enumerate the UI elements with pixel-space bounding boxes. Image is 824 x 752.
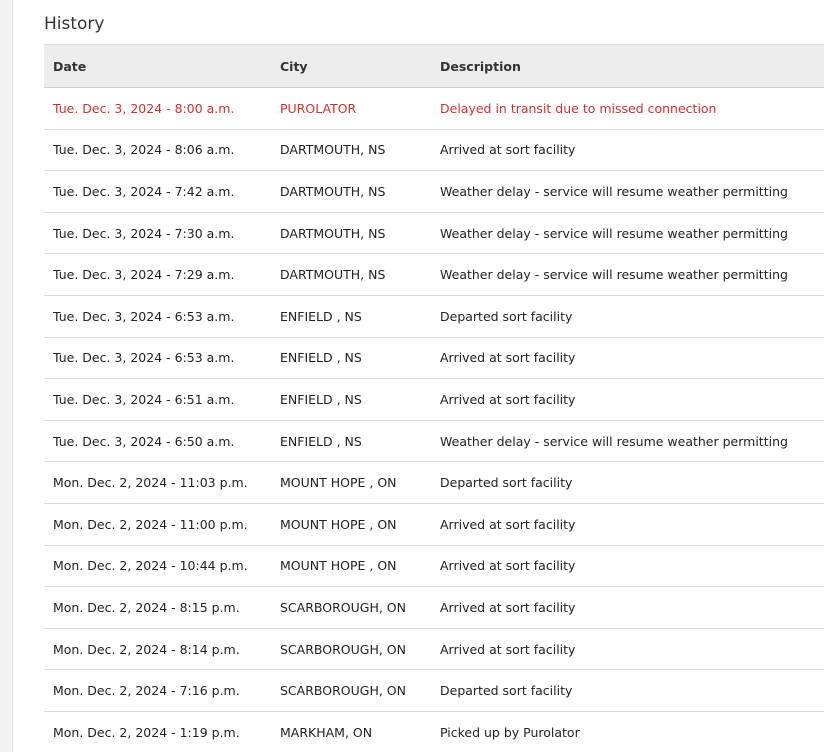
row-city: PUROLATOR: [271, 87, 431, 130]
row-city: DARTMOUTH, NS: [271, 253, 431, 296]
row-description: Delayed in transit due to missed connect…: [431, 87, 824, 130]
row-description: Arrived at sort facility: [431, 503, 824, 546]
row-date: Mon. Dec. 2, 2024 - 8:15 p.m.: [44, 586, 271, 629]
row-date: Tue. Dec. 3, 2024 - 6:53 a.m.: [44, 337, 271, 380]
column-header-date: Date: [44, 44, 271, 88]
row-date: Mon. Dec. 2, 2024 - 1:19 p.m.: [44, 711, 271, 752]
history-table: Date City Description Tue. Dec. 3, 2024 …: [44, 44, 824, 752]
column-header-description: Description: [431, 44, 824, 88]
row-date: Mon. Dec. 2, 2024 - 10:44 p.m.: [44, 545, 271, 588]
row-date: Tue. Dec. 3, 2024 - 7:29 a.m.: [44, 253, 271, 296]
row-city: DARTMOUTH, NS: [271, 170, 431, 213]
table-row: Tue. Dec. 3, 2024 - 7:42 a.m. DARTMOUTH,…: [44, 170, 824, 213]
row-description: Arrived at sort facility: [431, 129, 824, 172]
left-page-rail: [0, 0, 13, 752]
row-description: Weather delay - service will resume weat…: [431, 212, 824, 255]
table-row: Mon. Dec. 2, 2024 - 1:19 p.m. MARKHAM, O…: [44, 711, 824, 752]
row-description: Arrived at sort facility: [431, 545, 824, 588]
row-city: SCARBOROUGH, ON: [271, 628, 431, 671]
column-header-city: City: [271, 44, 431, 88]
row-date: Mon. Dec. 2, 2024 - 11:00 p.m.: [44, 503, 271, 546]
table-row: Mon. Dec. 2, 2024 - 7:16 p.m. SCARBOROUG…: [44, 669, 824, 712]
row-description: Weather delay - service will resume weat…: [431, 420, 824, 463]
table-row: Tue. Dec. 3, 2024 - 6:53 a.m. ENFIELD , …: [44, 295, 824, 338]
table-row: Tue. Dec. 3, 2024 - 7:29 a.m. DARTMOUTH,…: [44, 253, 824, 296]
row-description: Weather delay - service will resume weat…: [431, 253, 824, 296]
table-row: Mon. Dec. 2, 2024 - 11:03 p.m. MOUNT HOP…: [44, 461, 824, 504]
row-city: DARTMOUTH, NS: [271, 129, 431, 172]
table-row: Mon. Dec. 2, 2024 - 11:00 p.m. MOUNT HOP…: [44, 503, 824, 546]
table-row: Mon. Dec. 2, 2024 - 8:14 p.m. SCARBOROUG…: [44, 628, 824, 671]
row-date: Mon. Dec. 2, 2024 - 7:16 p.m.: [44, 669, 271, 712]
history-table-body: Tue. Dec. 3, 2024 - 8:00 a.m. PUROLATOR …: [44, 87, 824, 752]
row-date: Tue. Dec. 3, 2024 - 6:51 a.m.: [44, 378, 271, 421]
row-date: Tue. Dec. 3, 2024 - 8:00 a.m.: [44, 87, 271, 130]
row-city: MOUNT HOPE , ON: [271, 545, 431, 588]
table-row: Tue. Dec. 3, 2024 - 8:06 a.m. DARTMOUTH,…: [44, 129, 824, 172]
row-description: Weather delay - service will resume weat…: [431, 170, 824, 213]
row-date: Tue. Dec. 3, 2024 - 6:50 a.m.: [44, 420, 271, 463]
row-city: ENFIELD , NS: [271, 337, 431, 380]
row-description: Arrived at sort facility: [431, 586, 824, 629]
row-city: ENFIELD , NS: [271, 420, 431, 463]
row-description: Arrived at sort facility: [431, 378, 824, 421]
row-description: Arrived at sort facility: [431, 628, 824, 671]
row-city: DARTMOUTH, NS: [271, 212, 431, 255]
row-city: MOUNT HOPE , ON: [271, 503, 431, 546]
row-city: SCARBOROUGH, ON: [271, 586, 431, 629]
table-row: Tue. Dec. 3, 2024 - 6:50 a.m. ENFIELD , …: [44, 420, 824, 463]
row-city: MOUNT HOPE , ON: [271, 461, 431, 504]
row-date: Tue. Dec. 3, 2024 - 6:53 a.m.: [44, 295, 271, 338]
row-description: Picked up by Purolator: [431, 711, 824, 752]
table-row: Mon. Dec. 2, 2024 - 8:15 p.m. SCARBOROUG…: [44, 586, 824, 629]
row-date: Mon. Dec. 2, 2024 - 8:14 p.m.: [44, 628, 271, 671]
history-heading: History: [44, 14, 105, 34]
row-date: Tue. Dec. 3, 2024 - 7:30 a.m.: [44, 212, 271, 255]
table-row: Tue. Dec. 3, 2024 - 8:00 a.m. PUROLATOR …: [44, 87, 824, 130]
table-row: Mon. Dec. 2, 2024 - 10:44 p.m. MOUNT HOP…: [44, 545, 824, 588]
row-description: Departed sort facility: [431, 669, 824, 712]
row-date: Tue. Dec. 3, 2024 - 7:42 a.m.: [44, 170, 271, 213]
header-row: Date City Description: [44, 44, 824, 88]
row-date: Tue. Dec. 3, 2024 - 8:06 a.m.: [44, 129, 271, 172]
row-description: Departed sort facility: [431, 461, 824, 504]
table-row: Tue. Dec. 3, 2024 - 7:30 a.m. DARTMOUTH,…: [44, 212, 824, 255]
row-date: Mon. Dec. 2, 2024 - 11:03 p.m.: [44, 461, 271, 504]
row-city: ENFIELD , NS: [271, 295, 431, 338]
history-table-header: Date City Description: [44, 44, 824, 88]
row-description: Arrived at sort facility: [431, 337, 824, 380]
table-row: Tue. Dec. 3, 2024 - 6:51 a.m. ENFIELD , …: [44, 378, 824, 421]
row-city: SCARBOROUGH, ON: [271, 669, 431, 712]
row-city: MARKHAM, ON: [271, 711, 431, 752]
table-row: Tue. Dec. 3, 2024 - 6:53 a.m. ENFIELD , …: [44, 337, 824, 380]
row-description: Departed sort facility: [431, 295, 824, 338]
row-city: ENFIELD , NS: [271, 378, 431, 421]
